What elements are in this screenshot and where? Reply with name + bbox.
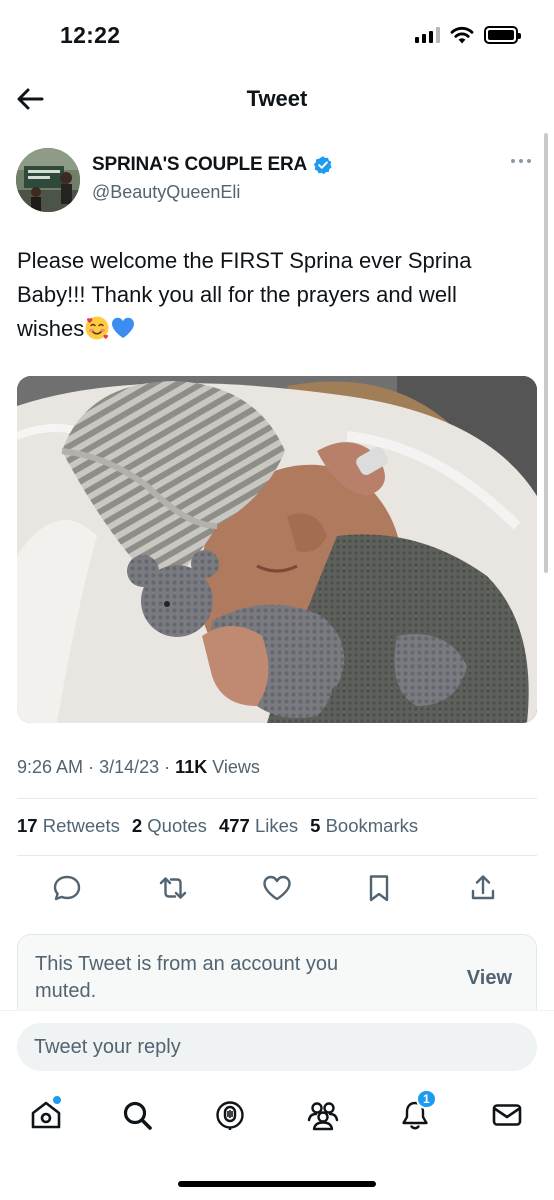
tab-spaces[interactable] (213, 1098, 247, 1132)
tab-messages[interactable] (490, 1098, 524, 1132)
bookmarks-label: Bookmarks (325, 815, 419, 836)
home-notification-dot (53, 1096, 61, 1104)
views-count: 11K (175, 757, 208, 777)
tweet-date: 3/14/23 (99, 757, 160, 777)
cellular-signal-icon (415, 27, 440, 43)
quotes-count: 2 (131, 815, 143, 836)
display-name[interactable]: SPRINA'S COUPLE ERA (92, 154, 307, 176)
bookmark-icon[interactable] (363, 872, 395, 904)
retweets-stat[interactable]: 17 Retweets (17, 815, 120, 837)
author-handle[interactable]: @BeautyQueenEli (92, 182, 240, 203)
reply-icon[interactable] (51, 872, 83, 904)
tweet-actions (17, 868, 537, 908)
quotes-label: Quotes (147, 815, 207, 836)
meta-separator: · (88, 757, 95, 777)
likes-stat[interactable]: 477 Likes (219, 815, 298, 837)
more-options-icon[interactable] (508, 152, 534, 170)
reply-input[interactable] (17, 1023, 537, 1071)
status-icons (415, 26, 521, 44)
tweet-time: 9:26 AM (17, 757, 84, 777)
spaces-microphone-icon (216, 1101, 244, 1130)
muted-notice-text: This Tweet is from an account you muted. (35, 953, 339, 1002)
tab-home[interactable] (29, 1096, 63, 1132)
like-heart-icon[interactable] (261, 872, 293, 904)
quotes-stat[interactable]: 2 Quotes (132, 815, 207, 837)
notifications-badge: 1 (416, 1089, 437, 1109)
views-label: Views (212, 757, 260, 777)
meta-separator: · (164, 757, 171, 777)
search-icon (123, 1101, 152, 1130)
tab-notifications[interactable]: 1 (398, 1089, 437, 1132)
retweets-count: 17 (17, 815, 38, 836)
tweet-photo[interactable] (17, 376, 537, 723)
smiling-face-with-hearts-emoji-icon (85, 316, 109, 340)
home-indicator[interactable] (178, 1181, 376, 1187)
bookmarks-count: 5 (310, 815, 321, 836)
retweet-icon[interactable] (157, 872, 189, 904)
newborn-photo-illustration (17, 376, 537, 723)
nav-header: Tweet (0, 74, 554, 124)
view-muted-tweet-button[interactable]: View (467, 967, 512, 990)
display-name-wrap: SPRINA'S COUPLE ERA (92, 154, 333, 176)
communities-icon (307, 1102, 339, 1131)
divider (17, 798, 537, 799)
likes-count: 477 (218, 815, 250, 836)
wifi-icon (450, 26, 474, 44)
tweet-stats: 17 Retweets 2 Quotes 477 Likes 5 Bookmar… (17, 815, 418, 837)
tweet-text: Please welcome the FIRST Sprina ever Spr… (17, 244, 527, 346)
blue-heart-emoji-icon (112, 317, 135, 338)
reply-bar (0, 1010, 554, 1084)
retweets-label: Retweets (42, 815, 120, 836)
verified-badge-icon (313, 156, 332, 175)
battery-icon (484, 26, 521, 44)
status-time: 12:22 (60, 22, 121, 48)
tweet-author: SPRINA'S COUPLE ERA @BeautyQueenEli (16, 148, 536, 212)
likes-label: Likes (254, 815, 299, 836)
status-bar: 12:22 (0, 0, 554, 70)
tweet-meta: 9:26 AM · 3/14/23 · 11K Views (17, 757, 260, 778)
share-icon[interactable] (467, 872, 499, 904)
avatar[interactable] (16, 148, 80, 212)
divider (17, 855, 537, 856)
messages-envelope-icon (492, 1104, 522, 1126)
page-title: Tweet (246, 86, 308, 111)
bookmarks-stat[interactable]: 5 Bookmarks (310, 815, 418, 837)
tab-search[interactable] (120, 1098, 154, 1132)
bottom-tab-bar: 1 (0, 1084, 554, 1154)
scrollbar[interactable] (544, 133, 548, 573)
tab-communities[interactable] (306, 1098, 340, 1132)
